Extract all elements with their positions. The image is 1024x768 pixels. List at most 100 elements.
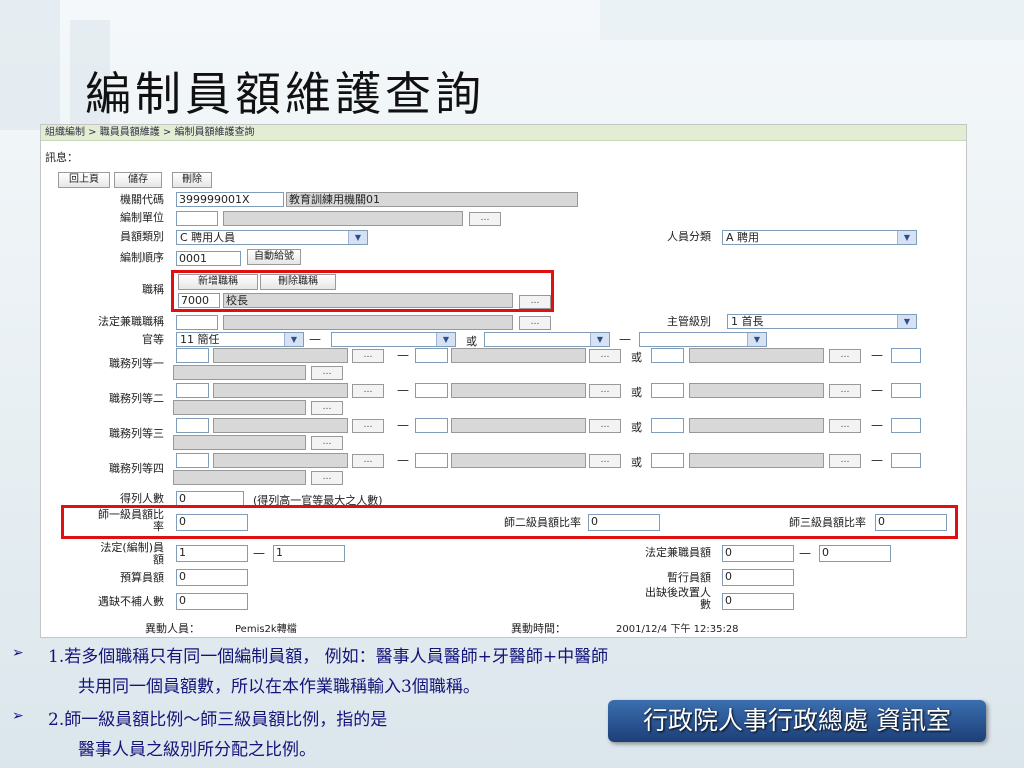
chevron-down-icon: ▼ [436,333,455,346]
chevron-down-icon: ▼ [747,333,766,346]
changer-label: 異動人員： [145,622,200,635]
grade-code-input-1[interactable] [176,418,209,433]
grade-code-input-3[interactable] [651,383,684,398]
agency-code-label: 機關代碼 [120,193,164,206]
unit-code-input[interactable] [176,211,218,226]
bullet-icon: ➢ [12,708,24,724]
grade-code-input-4[interactable] [891,453,921,468]
quota-type-select[interactable]: C 聘用人員 ▼ [176,230,368,245]
grade-code-input-1[interactable] [176,348,209,363]
highlight-ratio-box [61,505,958,539]
rank-select-2[interactable]: ▼ [331,332,456,347]
rank-select-3[interactable]: ▼ [484,332,610,347]
supervisor-level-select[interactable]: 1 首長 ▼ [727,314,917,329]
concurrent-title-name-field [223,315,513,330]
or-text: 或 [631,351,642,364]
budget-input[interactable]: 0 [176,569,248,586]
personnel-class-value: A 聘用 [726,231,760,244]
auto-number-button[interactable]: 自動給號 [247,249,301,265]
grade-code-input-2[interactable] [415,383,448,398]
highlight-title-box [171,270,554,312]
grade-lookup-button-3[interactable]: … [829,419,861,433]
grade-code-input-1[interactable] [176,383,209,398]
range-dash: — [397,348,409,362]
grade-lookup-button-5[interactable]: … [311,401,343,415]
post-vacancy-input[interactable]: 0 [722,593,794,610]
grade-lookup-button-2[interactable]: … [589,349,621,363]
agency-code-input[interactable]: 399999001X [176,192,284,207]
legal-quota-label-line2: 額 [153,553,164,566]
chevron-down-icon: ▼ [284,333,303,346]
range-dash: — [397,418,409,432]
grade-name-field-5 [173,365,306,380]
grade-name-field-3 [689,383,824,398]
legal-quota-input-2[interactable]: 1 [273,545,345,562]
grade-code-input-3[interactable] [651,348,684,363]
count-input[interactable]: 0 [176,491,244,506]
grade-lookup-button-1[interactable]: … [352,454,384,468]
vacancy-input[interactable]: 0 [176,593,248,610]
bullet-icon: ➢ [12,645,24,661]
rank-select-1[interactable]: 11 簡任 ▼ [176,332,304,347]
quota-type-label: 員額類別 [120,230,164,243]
chevron-down-icon: ▼ [590,333,609,346]
grade-code-input-3[interactable] [651,453,684,468]
change-time-label: 異動時間： [511,622,566,635]
legal-quota-input-1[interactable]: 1 [176,545,248,562]
personnel-class-label: 人員分類 [667,230,711,243]
grade-name-field-5 [173,470,306,485]
grade-lookup-button-2[interactable]: … [589,454,621,468]
change-time-value: 2001/12/4 下午 12:35:28 [616,624,739,635]
save-button[interactable]: 儲存 [114,172,162,188]
grade-code-input-3[interactable] [651,418,684,433]
grade-code-input-4[interactable] [891,348,921,363]
grade-code-input-2[interactable] [415,348,448,363]
temp-label: 暫行員額 [667,571,711,584]
personnel-class-select[interactable]: A 聘用 ▼ [722,230,917,245]
or-text: 或 [466,335,477,348]
breadcrumb: 組織編制 > 職員員額維護 > 編制員額維護查詢 [41,125,966,141]
sequence-input[interactable]: 0001 [176,251,241,266]
title-label: 職稱 [142,283,164,296]
grade-lookup-button-3[interactable]: … [829,384,861,398]
range-dash: — [871,383,883,397]
rank-select-4[interactable]: ▼ [639,332,767,347]
grade-code-input-4[interactable] [891,418,921,433]
grade-lookup-button-5[interactable]: … [311,471,343,485]
grade-lookup-button-5[interactable]: … [311,366,343,380]
grade-lookup-button-5[interactable]: … [311,436,343,450]
concurrent-title-lookup-button[interactable]: … [519,316,551,330]
grade-name-field-1 [213,418,348,433]
grade-code-input-4[interactable] [891,383,921,398]
grade-lookup-button-1[interactable]: … [352,349,384,363]
grade-lookup-button-2[interactable]: … [589,384,621,398]
back-button[interactable]: 回上頁 [58,172,110,188]
grade-row-label-4: 職務列等四 [109,462,164,475]
grade-lookup-button-1[interactable]: … [352,384,384,398]
grade-lookup-button-3[interactable]: … [829,454,861,468]
or-text: 或 [631,386,642,399]
grade-lookup-button-1[interactable]: … [352,419,384,433]
org-label: 行政院人事行政總處 資訊室 [608,700,986,742]
grade-lookup-button-2[interactable]: … [589,419,621,433]
legal-concurrent-input-1[interactable]: 0 [722,545,794,562]
grade-code-input-2[interactable] [415,418,448,433]
range-dash: — [871,418,883,432]
temp-input[interactable]: 0 [722,569,794,586]
range-dash: — [619,332,631,346]
grade-lookup-button-3[interactable]: … [829,349,861,363]
grade-name-field-5 [173,400,306,415]
delete-button[interactable]: 刪除 [172,172,212,188]
legal-concurrent-input-2[interactable]: 0 [819,545,891,562]
grade-name-field-1 [213,383,348,398]
unit-label: 編制單位 [120,211,164,224]
form-panel: 組織編制 > 職員員額維護 > 編制員額維護查詢 訊息： 回上頁 儲存 刪除 機… [40,124,967,638]
grade-name-field-2 [451,453,586,468]
unit-lookup-button[interactable]: … [469,212,501,226]
concurrent-title-code-input[interactable] [176,315,218,330]
vacancy-label: 遇缺不補人數 [98,595,164,608]
grade-code-input-1[interactable] [176,453,209,468]
range-dash: — [871,453,883,467]
grade-code-input-2[interactable] [415,453,448,468]
range-dash: — [871,348,883,362]
